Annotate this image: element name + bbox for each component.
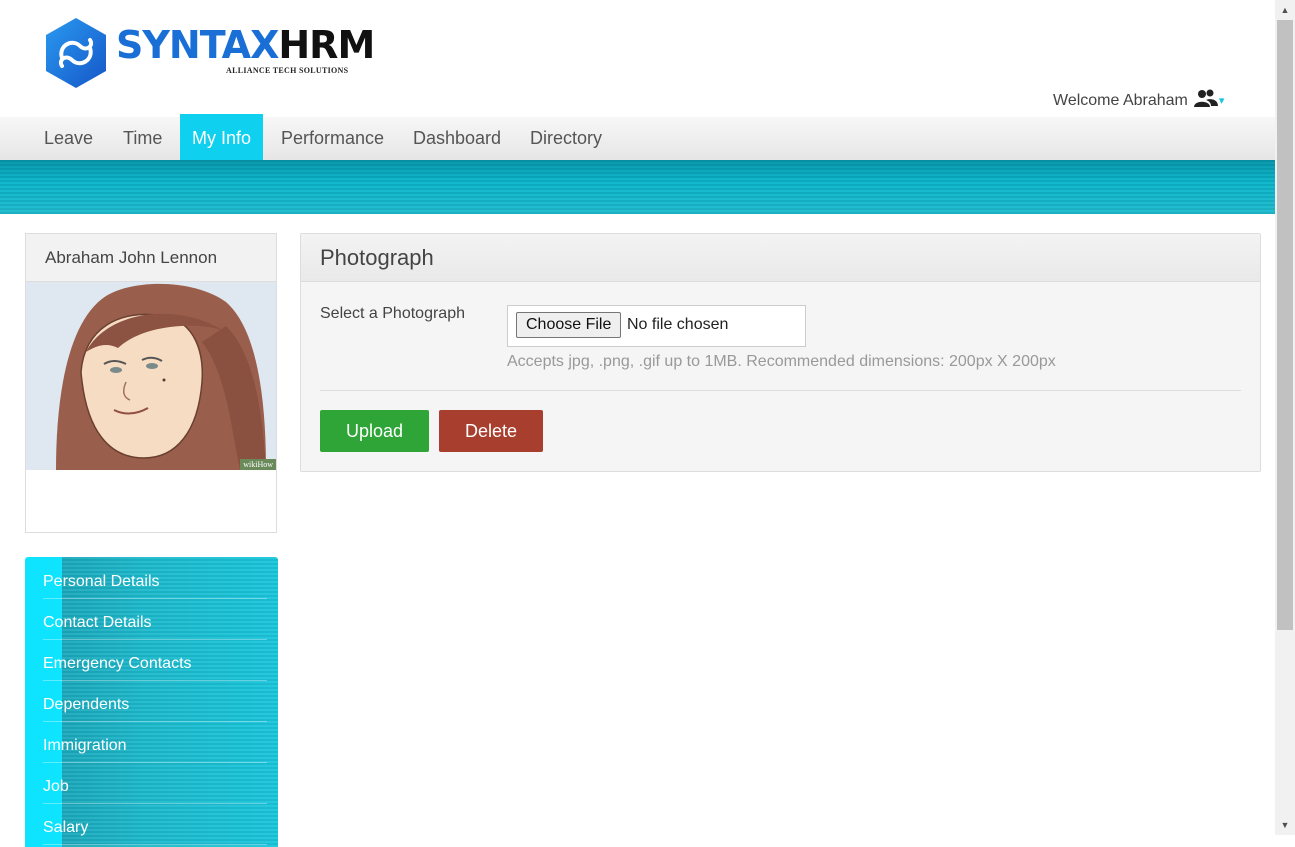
- syntaxhrm-logo[interactable]: SYNTAXHRM ALLIANCE TECH SOLUTIONS: [44, 16, 375, 90]
- menu-item-emergency-contacts[interactable]: Emergency Contacts: [43, 639, 267, 681]
- logo-tagline: ALLIANCE TECH SOLUTIONS: [226, 66, 349, 75]
- choose-file-button[interactable]: Choose File: [516, 312, 622, 338]
- profile-name: Abraham John Lennon: [26, 234, 276, 282]
- photo-watermark: wikiHow: [240, 459, 276, 470]
- file-status-text: No file chosen: [627, 316, 729, 333]
- menu-item-job[interactable]: Job: [43, 762, 267, 804]
- scroll-down-arrow-icon[interactable]: ▼: [1275, 815, 1295, 835]
- panel-divider: [320, 390, 1241, 391]
- chevron-down-icon: ▾: [1218, 95, 1225, 107]
- logo-hexagon-icon: [46, 18, 106, 88]
- users-icon: [1193, 88, 1218, 113]
- profile-card: Abraham John Lennon wikiHow: [25, 233, 277, 533]
- welcome-text: Welcome Abraham: [1053, 91, 1188, 109]
- menu-item-dependents[interactable]: Dependents: [43, 680, 267, 722]
- photograph-field-label: Select a Photograph: [320, 305, 465, 322]
- photograph-panel: Photograph Select a Photograph Choose Fi…: [300, 233, 1261, 472]
- welcome-user-menu[interactable]: Welcome Abraham ▾: [1053, 88, 1224, 113]
- nav-dashboard[interactable]: Dashboard: [413, 117, 501, 160]
- header-banner: [0, 160, 1275, 214]
- side-menu: Personal Details Contact Details Emergen…: [25, 557, 278, 847]
- scrollbar-thumb[interactable]: [1277, 20, 1293, 630]
- nav-performance[interactable]: Performance: [281, 117, 384, 160]
- nav-directory[interactable]: Directory: [530, 117, 602, 160]
- panel-title: Photograph: [301, 234, 1260, 282]
- nav-leave[interactable]: Leave: [44, 117, 93, 160]
- scroll-up-arrow-icon[interactable]: ▲: [1275, 0, 1295, 20]
- delete-button[interactable]: Delete: [439, 410, 543, 452]
- menu-item-salary[interactable]: Salary: [43, 803, 267, 845]
- file-input[interactable]: Choose File No file chosen: [507, 305, 806, 347]
- upload-button[interactable]: Upload: [320, 410, 429, 452]
- main-nav: Leave Time My Info Performance Dashboard…: [0, 114, 1275, 163]
- logo-wordmark: SYNTAXHRM: [116, 23, 375, 67]
- nav-my-info[interactable]: My Info: [180, 114, 264, 163]
- menu-item-immigration[interactable]: Immigration: [43, 721, 267, 763]
- nav-time[interactable]: Time: [123, 117, 162, 160]
- page-scrollbar[interactable]: ▲ ▼: [1275, 0, 1295, 835]
- file-hint-text: Accepts jpg, .png, .gif up to 1MB. Recom…: [507, 353, 1056, 370]
- portrait-illustration: [26, 282, 276, 470]
- profile-photo: wikiHow: [26, 282, 276, 470]
- menu-item-contact-details[interactable]: Contact Details: [43, 598, 267, 640]
- menu-item-personal-details[interactable]: Personal Details: [43, 557, 267, 599]
